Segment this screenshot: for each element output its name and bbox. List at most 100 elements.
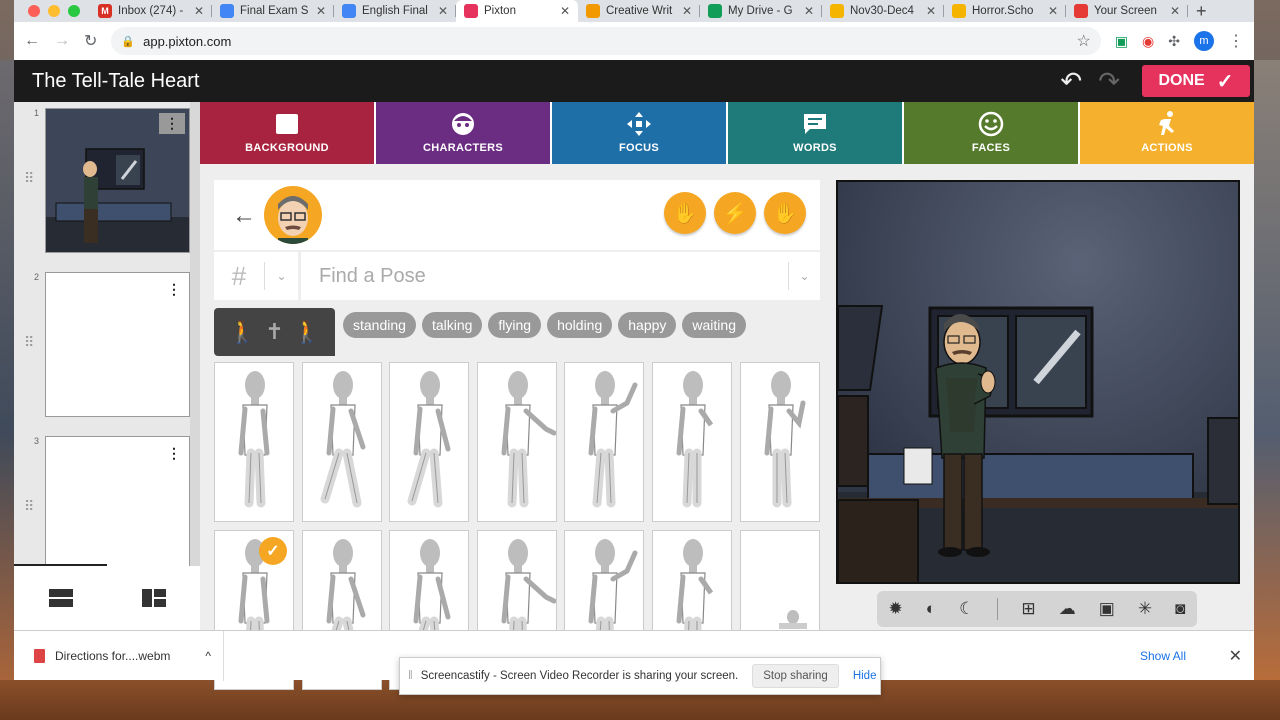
panel-thumbnail[interactable]: ⋮ [45,436,190,581]
chevron-down-icon[interactable]: ⌄ [788,262,820,290]
pose-thumbnail[interactable] [389,362,470,522]
close-icon[interactable]: ✕ [1229,646,1242,666]
stop-sharing-button[interactable]: Stop sharing [752,664,839,688]
browser-tab[interactable]: Horror.Scho ✕ [944,0,1066,22]
close-window-button[interactable] [28,5,40,17]
close-tab-icon[interactable]: ✕ [926,4,936,18]
hide-button[interactable]: Hide [853,670,877,682]
show-all-link[interactable]: Show All [1140,649,1186,663]
download-item[interactable]: Directions for....webm ^ [14,630,224,681]
drag-handle-icon[interactable]: ⠿ [24,498,34,515]
browser-window: M Inbox (274) - ✕ Final Exam S ✕ English Fina… [14,0,1254,690]
maximize-window-button[interactable] [68,5,80,17]
pose-thumbnail[interactable] [301,362,382,522]
back-icon[interactable]: ← [24,32,40,50]
back-arrow-icon[interactable]: ← [232,202,256,230]
cloud-icon[interactable]: ☁ [1059,599,1076,619]
pose-search-input[interactable] [298,252,788,300]
arms-out-figure-icon[interactable]: ✝ [265,319,283,345]
close-tab-icon[interactable]: ✕ [194,4,204,18]
standing-figure-icon[interactable]: 🚶 [293,319,320,345]
close-tab-icon[interactable]: ✕ [1170,4,1180,18]
add-panel-icon[interactable]: ⊞ [1021,599,1035,619]
extensions-puzzle-icon[interactable]: ✣ [1168,33,1180,50]
url-bar[interactable]: 🔒 app.pixton.com ☆ [111,27,1101,55]
tab-focus[interactable]: FOCUS [552,102,728,164]
tab-title: Nov30-Dec4 [850,5,914,17]
close-tab-icon[interactable]: ✕ [804,4,814,18]
pose-tag[interactable]: happy [618,312,677,338]
pose-tag[interactable]: talking [421,312,483,338]
browser-tab[interactable]: M Inbox (274) - ✕ [90,0,212,22]
hash-filter[interactable]: # [214,261,264,292]
tab-words[interactable]: WORDS [728,102,904,164]
browser-tab[interactable]: Your Screen ✕ [1066,0,1188,22]
menu-dots-icon[interactable]: ⋮ [1228,31,1244,51]
pose-tag[interactable]: standing [343,312,416,338]
tab-characters[interactable]: CHARACTERS [376,102,552,164]
drag-handle[interactable]: ‖ [400,670,421,682]
lightning-icon[interactable]: ⚡ [714,192,756,234]
panel-menu-icon[interactable]: ⋮ [167,281,181,298]
extension-icon[interactable]: ◉ [1142,33,1154,50]
pose-tag[interactable]: waiting [682,312,746,338]
undo-icon[interactable]: ↶ [1060,66,1082,97]
browser-tab[interactable]: Pixton ✕ [456,0,578,22]
pose-thumbnail[interactable] [651,362,732,522]
panel-menu-icon[interactable]: ⋮ [167,445,181,462]
close-tab-icon[interactable]: ✕ [560,4,570,18]
browser-tab[interactable]: Creative Writ ✕ [578,0,700,22]
done-button[interactable]: DONE ✓ [1142,65,1250,97]
profile-avatar[interactable]: m [1194,31,1214,51]
sidebar-scrollbar[interactable] [190,102,200,566]
browser-tab[interactable]: Final Exam S ✕ [212,0,334,22]
drag-handle-icon[interactable]: ⠿ [24,170,34,187]
hand-right-icon[interactable]: ✋ [764,192,806,234]
dusk-icon[interactable]: ◐ [926,599,936,619]
image-icon [274,112,300,136]
hand-left-icon[interactable]: ✋ [664,192,706,234]
browser-tab[interactable]: My Drive - G ✕ [700,0,822,22]
panel-thumbnail[interactable]: ⋮ [45,272,190,417]
bookmark-star-icon[interactable]: ☆ [1076,31,1090,51]
pose-thumbnail[interactable] [739,362,820,522]
pose-thumbnail[interactable] [214,362,294,522]
chevron-down-icon[interactable]: ⌄ [264,262,298,290]
tab-title: Final Exam S [240,5,309,17]
browser-tab[interactable]: Nov30-Dec4 ✕ [822,0,944,22]
close-tab-icon[interactable]: ✕ [438,4,448,18]
tab-background[interactable]: BACKGROUND [200,102,376,164]
close-tab-icon[interactable]: ✕ [682,4,692,18]
character-avatar[interactable] [264,186,322,244]
chevron-up-icon[interactable]: ^ [205,649,211,663]
minimize-window-button[interactable] [48,5,60,17]
camera-icon[interactable]: ◙ [1175,599,1185,619]
redo-icon[interactable]: ↷ [1098,66,1120,97]
file-icon [34,648,45,663]
reload-icon[interactable]: ↻ [84,31,97,51]
close-tab-icon[interactable]: ✕ [316,4,326,18]
pose-thumbnail[interactable] [564,362,645,522]
walking-figure-icon[interactable]: 🚶 [229,319,256,345]
moon-icon[interactable]: ☾ [959,599,974,619]
image-icon[interactable]: ▣ [1099,599,1115,619]
pose-tag[interactable]: holding [547,312,613,338]
panel-thumbnail[interactable]: ⋮ [45,108,190,253]
panel-menu-icon[interactable]: ⋮ [159,113,185,134]
tab-actions[interactable]: ACTIONS [1080,102,1254,164]
brightness-icon[interactable]: ✹ [889,599,903,619]
pose-thumbnail[interactable] [476,362,557,522]
extension-icon[interactable]: ▣ [1115,33,1128,50]
pose-tag[interactable]: flying [488,312,542,338]
new-tab-button[interactable]: + [1188,1,1207,22]
drag-handle-icon[interactable]: ⠿ [24,334,34,351]
close-tab-icon[interactable]: ✕ [1048,4,1058,18]
grid-layout-icon[interactable] [141,589,166,607]
tab-faces[interactable]: FACES [904,102,1080,164]
single-row-layout-icon[interactable] [48,589,73,607]
sparkle-icon[interactable]: ✳ [1138,599,1152,619]
comic-stage[interactable] [836,180,1240,584]
forward-icon[interactable]: → [54,32,70,50]
browser-tab[interactable]: English Final ✕ [334,0,456,22]
comic-title[interactable]: The Tell-Tale Heart [32,70,1060,93]
